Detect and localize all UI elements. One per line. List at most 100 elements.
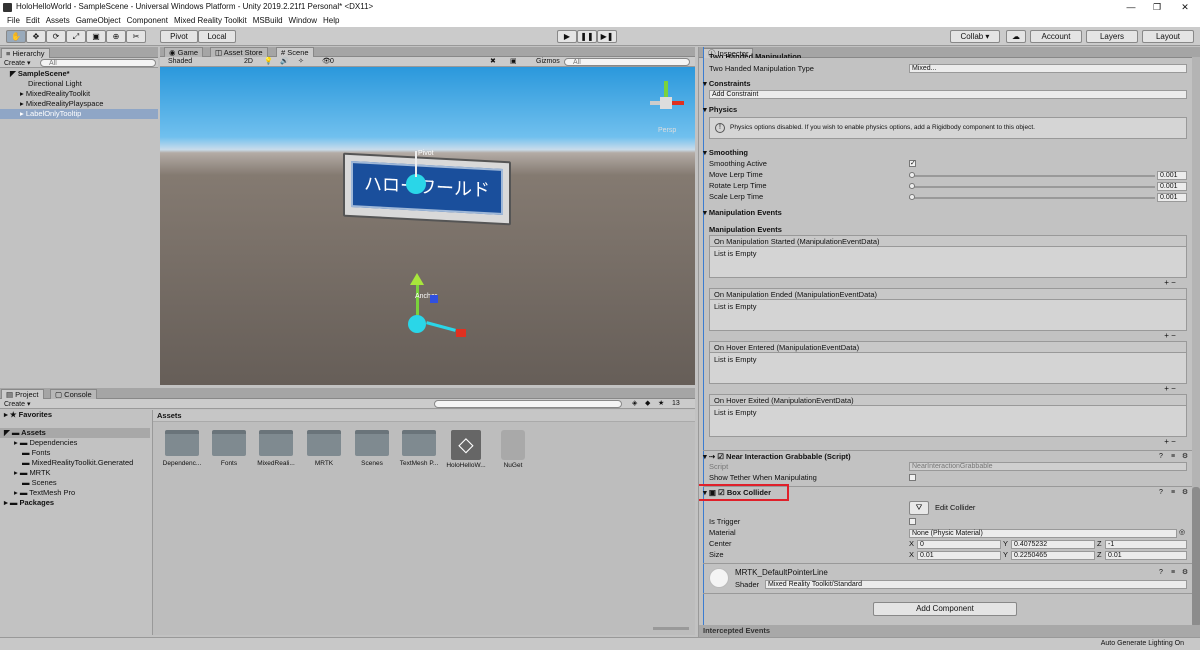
event-add-remove-icon[interactable]: + − xyxy=(1157,384,1183,393)
preset-icon[interactable]: ≡ xyxy=(1169,453,1177,461)
center-z-field[interactable]: -1 xyxy=(1105,540,1187,549)
x-axis-arrow[interactable] xyxy=(426,321,456,332)
project-folder[interactable]: ▬ MixedRealityToolkit.Generated xyxy=(0,458,150,468)
size-y-field[interactable]: 0.2250465 xyxy=(1011,551,1095,560)
two-handed-dropdown[interactable]: Mixed... xyxy=(909,64,1187,73)
account-dropdown[interactable]: Account xyxy=(1030,30,1082,43)
menu-msbuild[interactable]: MSBuild xyxy=(250,14,286,27)
move-lerp-field[interactable]: 0.001 xyxy=(1157,171,1187,180)
smoothing-active-checkbox[interactable]: ✓ xyxy=(909,160,916,167)
y-arrow-head-icon[interactable] xyxy=(410,273,424,285)
shader-dropdown[interactable]: Mixed Reality Toolkit/Standard xyxy=(765,580,1187,589)
settings-gear-icon[interactable]: ⚙ xyxy=(1181,453,1189,461)
hierarchy-item[interactable]: Directional Light xyxy=(0,79,158,89)
tether-checkbox[interactable] xyxy=(909,474,916,481)
preset-icon[interactable]: ≡ xyxy=(1169,569,1177,577)
near-interaction-header[interactable]: ▾ ⇢ ☑ Near Interaction Grabbable (Script… xyxy=(703,452,851,462)
material-field[interactable]: None (Physic Material) xyxy=(909,529,1177,538)
help-icon[interactable]: ? xyxy=(1157,453,1165,461)
project-search[interactable] xyxy=(434,400,622,408)
packages-item[interactable]: ▸ ▬ Packages xyxy=(0,498,150,508)
x-arrow-head-icon[interactable] xyxy=(456,329,466,337)
project-folder[interactable]: ▸ ▬ TextMesh Pro xyxy=(0,488,150,498)
orientation-gizmo-icon[interactable] xyxy=(650,77,690,121)
pivot-handle-icon[interactable] xyxy=(406,174,426,194)
tab-console[interactable]: ▢ Console xyxy=(50,389,97,399)
asset-item[interactable]: Fonts xyxy=(206,430,252,467)
z-arrow-head-icon[interactable] xyxy=(430,295,438,303)
help-icon[interactable]: ? xyxy=(1157,489,1165,497)
tab-hierarchy[interactable]: ≡ Hierarchy xyxy=(1,48,50,58)
edit-collider-button[interactable]: ⛛ xyxy=(909,501,929,515)
close-button[interactable]: ✕ xyxy=(1172,0,1198,14)
rotate-tool-icon[interactable]: ⟳ xyxy=(46,30,66,43)
scale-lerp-slider[interactable] xyxy=(909,193,1155,202)
preset-icon[interactable]: ≡ xyxy=(1169,489,1177,497)
scene-root[interactable]: ◤ SampleScene* xyxy=(0,69,158,79)
move-lerp-slider[interactable] xyxy=(909,171,1155,180)
scale-lerp-field[interactable]: 0.001 xyxy=(1157,193,1187,202)
step-icon[interactable]: ▶❚ xyxy=(597,30,617,43)
scene-search[interactable]: All xyxy=(564,58,690,66)
tab-scene[interactable]: # Scene xyxy=(276,47,314,57)
hierarchy-item[interactable]: ▸ MixedRealityToolkit xyxy=(0,89,158,99)
event-add-remove-icon[interactable]: + − xyxy=(1157,437,1183,446)
custom-tool-icon[interactable]: ✂ xyxy=(126,30,146,43)
cloud-icon[interactable]: ☁ xyxy=(1006,30,1026,43)
favorite-star-icon[interactable]: ★ xyxy=(658,399,664,407)
project-folder[interactable]: ▸ ▬ MRTK xyxy=(0,468,150,478)
help-icon[interactable]: ? xyxy=(1157,569,1165,577)
tab-game[interactable]: ◉ Game xyxy=(164,47,204,57)
intercepted-events-bar[interactable]: Intercepted Events xyxy=(699,625,1200,637)
camera-icon[interactable]: ▣ xyxy=(510,57,517,65)
size-z-field[interactable]: 0.01 xyxy=(1105,551,1187,560)
assets-root[interactable]: ◤ ▬ Assets xyxy=(0,428,150,438)
hierarchy-item[interactable]: ▸ MixedRealityPlayspace xyxy=(0,99,158,109)
tools-icon[interactable]: ✖ xyxy=(490,57,496,65)
center-x-field[interactable]: 0 xyxy=(917,540,1001,549)
constraints-header[interactable]: ▾ Constraints xyxy=(703,79,751,89)
maximize-button[interactable]: ❐ xyxy=(1144,0,1170,14)
asset-item[interactable]: TextMesh P... xyxy=(396,430,442,467)
menu-file[interactable]: File xyxy=(4,14,23,27)
pivot-button[interactable]: Pivot xyxy=(160,30,198,43)
lighting-icon[interactable]: 💡 xyxy=(264,57,273,65)
rotate-lerp-field[interactable]: 0.001 xyxy=(1157,182,1187,191)
menu-mrtk[interactable]: Mixed Reality Toolkit xyxy=(171,14,250,27)
minimize-button[interactable]: — xyxy=(1118,0,1144,14)
menu-window[interactable]: Window xyxy=(286,14,320,27)
move-tool-icon[interactable]: ✥ xyxy=(26,30,46,43)
layout-dropdown[interactable]: Layout xyxy=(1142,30,1194,43)
hierarchy-item-selected[interactable]: ▸ LabelOnlyTooltip xyxy=(0,109,158,119)
project-folder[interactable]: ▬ Fonts xyxy=(0,448,150,458)
smoothing-header[interactable]: ▾ Smoothing xyxy=(703,148,748,158)
asset-item[interactable]: ◇ HoloHelloW... xyxy=(443,430,489,469)
menu-edit[interactable]: Edit xyxy=(23,14,43,27)
asset-item[interactable]: Scenes xyxy=(349,430,395,467)
inspector-scrollbar[interactable] xyxy=(1192,57,1200,637)
menu-assets[interactable]: Assets xyxy=(43,14,73,27)
gizmos-dropdown[interactable]: Gizmos xyxy=(536,58,560,65)
collab-button[interactable]: Collab ▾ xyxy=(950,30,1000,43)
is-trigger-checkbox[interactable] xyxy=(909,518,916,525)
scene-viewport[interactable]: ハローワールド Pivot Anchor Persp xyxy=(160,67,695,385)
project-folder[interactable]: ▬ Scenes xyxy=(0,478,150,488)
menu-component[interactable]: Component xyxy=(124,14,171,27)
filter-type-icon[interactable]: ◈ xyxy=(632,399,637,407)
transform-tool-icon[interactable]: ⊕ xyxy=(106,30,126,43)
layers-dropdown[interactable]: Layers xyxy=(1086,30,1138,43)
object-picker-icon[interactable]: ◎ xyxy=(1178,529,1186,537)
event-add-remove-icon[interactable]: + − xyxy=(1157,278,1183,287)
hierarchy-search[interactable]: All xyxy=(40,59,156,67)
physics-header[interactable]: ▾ Physics xyxy=(703,105,737,115)
shading-dropdown[interactable]: Shaded xyxy=(168,58,238,65)
local-button[interactable]: Local xyxy=(198,30,236,43)
add-component-button[interactable]: Add Component xyxy=(873,602,1017,616)
menu-gameobject[interactable]: GameObject xyxy=(73,14,124,27)
audio-icon[interactable]: 🔊 xyxy=(280,57,289,65)
rotate-lerp-slider[interactable] xyxy=(909,182,1155,191)
play-icon[interactable]: ▶ xyxy=(557,30,577,43)
filter-label-icon[interactable]: ◆ xyxy=(645,399,650,407)
menu-help[interactable]: Help xyxy=(320,14,342,27)
tab-asset-store[interactable]: ◫ Asset Store xyxy=(210,47,268,57)
